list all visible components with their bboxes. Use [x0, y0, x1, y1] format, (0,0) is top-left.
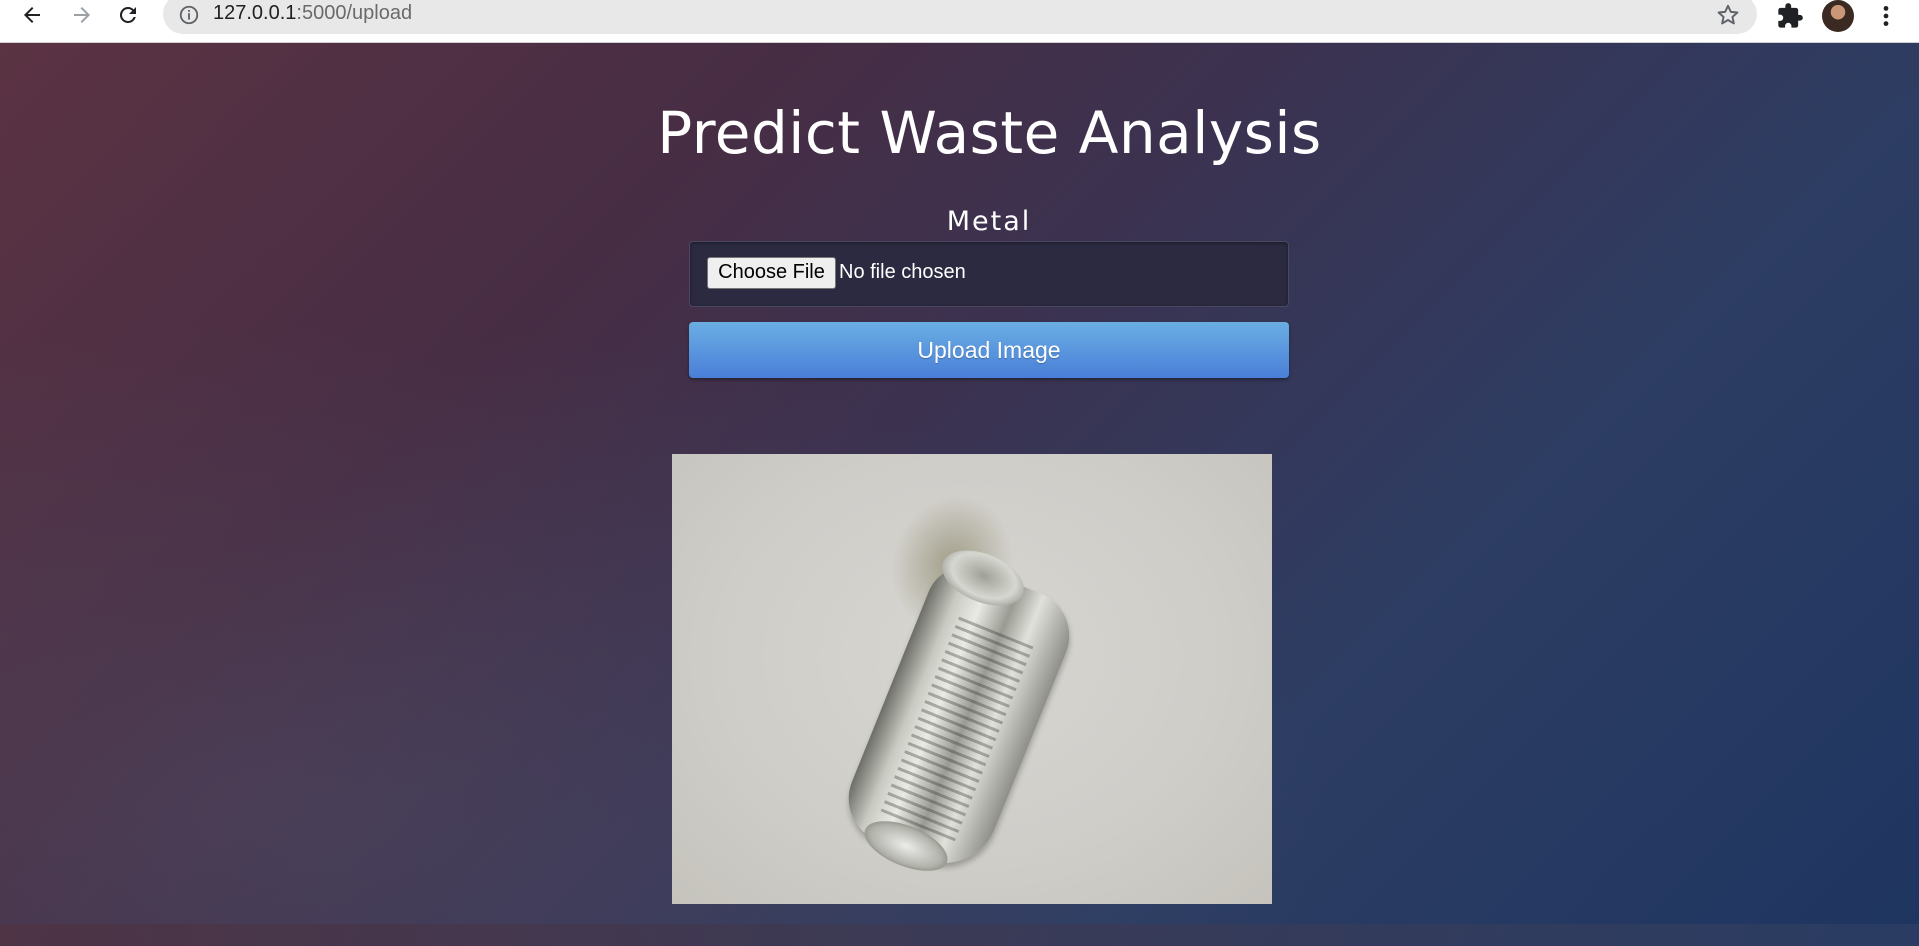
profile-avatar[interactable]	[1822, 0, 1854, 32]
url-host: 127.0.0.1	[213, 2, 297, 24]
arrow-right-icon	[74, 7, 90, 23]
url-path: :5000/upload	[296, 2, 413, 24]
extensions-puzzle-icon[interactable]	[1776, 2, 1804, 30]
address-bar[interactable]: 127.0.0.1:5000/upload	[163, 0, 1757, 34]
bookmark-star-icon[interactable]	[1715, 2, 1741, 28]
page-content: Predict Waste Analysis Metal Choose File…	[0, 43, 1919, 946]
choose-file-button[interactable]: Choose File	[707, 257, 836, 289]
arrow-left-icon	[24, 7, 40, 23]
browser-toolbar: 127.0.0.1:5000/upload	[0, 0, 1919, 43]
more-vertical-icon[interactable]	[1873, 2, 1899, 30]
file-status-text: No file chosen	[839, 261, 966, 283]
prediction-result: Metal	[946, 206, 1032, 237]
info-icon[interactable]	[178, 4, 200, 26]
file-input[interactable]: Choose File No file chosen	[689, 241, 1289, 307]
forward-button[interactable]	[62, 0, 102, 30]
uploaded-image-preview	[672, 454, 1272, 904]
reload-icon	[119, 6, 136, 23]
url-text[interactable]: 127.0.0.1:5000/upload	[213, 2, 412, 25]
reload-button[interactable]	[108, 0, 148, 30]
back-button[interactable]	[12, 0, 52, 30]
upload-image-button[interactable]: Upload Image	[689, 322, 1289, 378]
bottom-strip	[0, 924, 1919, 946]
page-title: Predict Waste Analysis	[657, 99, 1322, 167]
